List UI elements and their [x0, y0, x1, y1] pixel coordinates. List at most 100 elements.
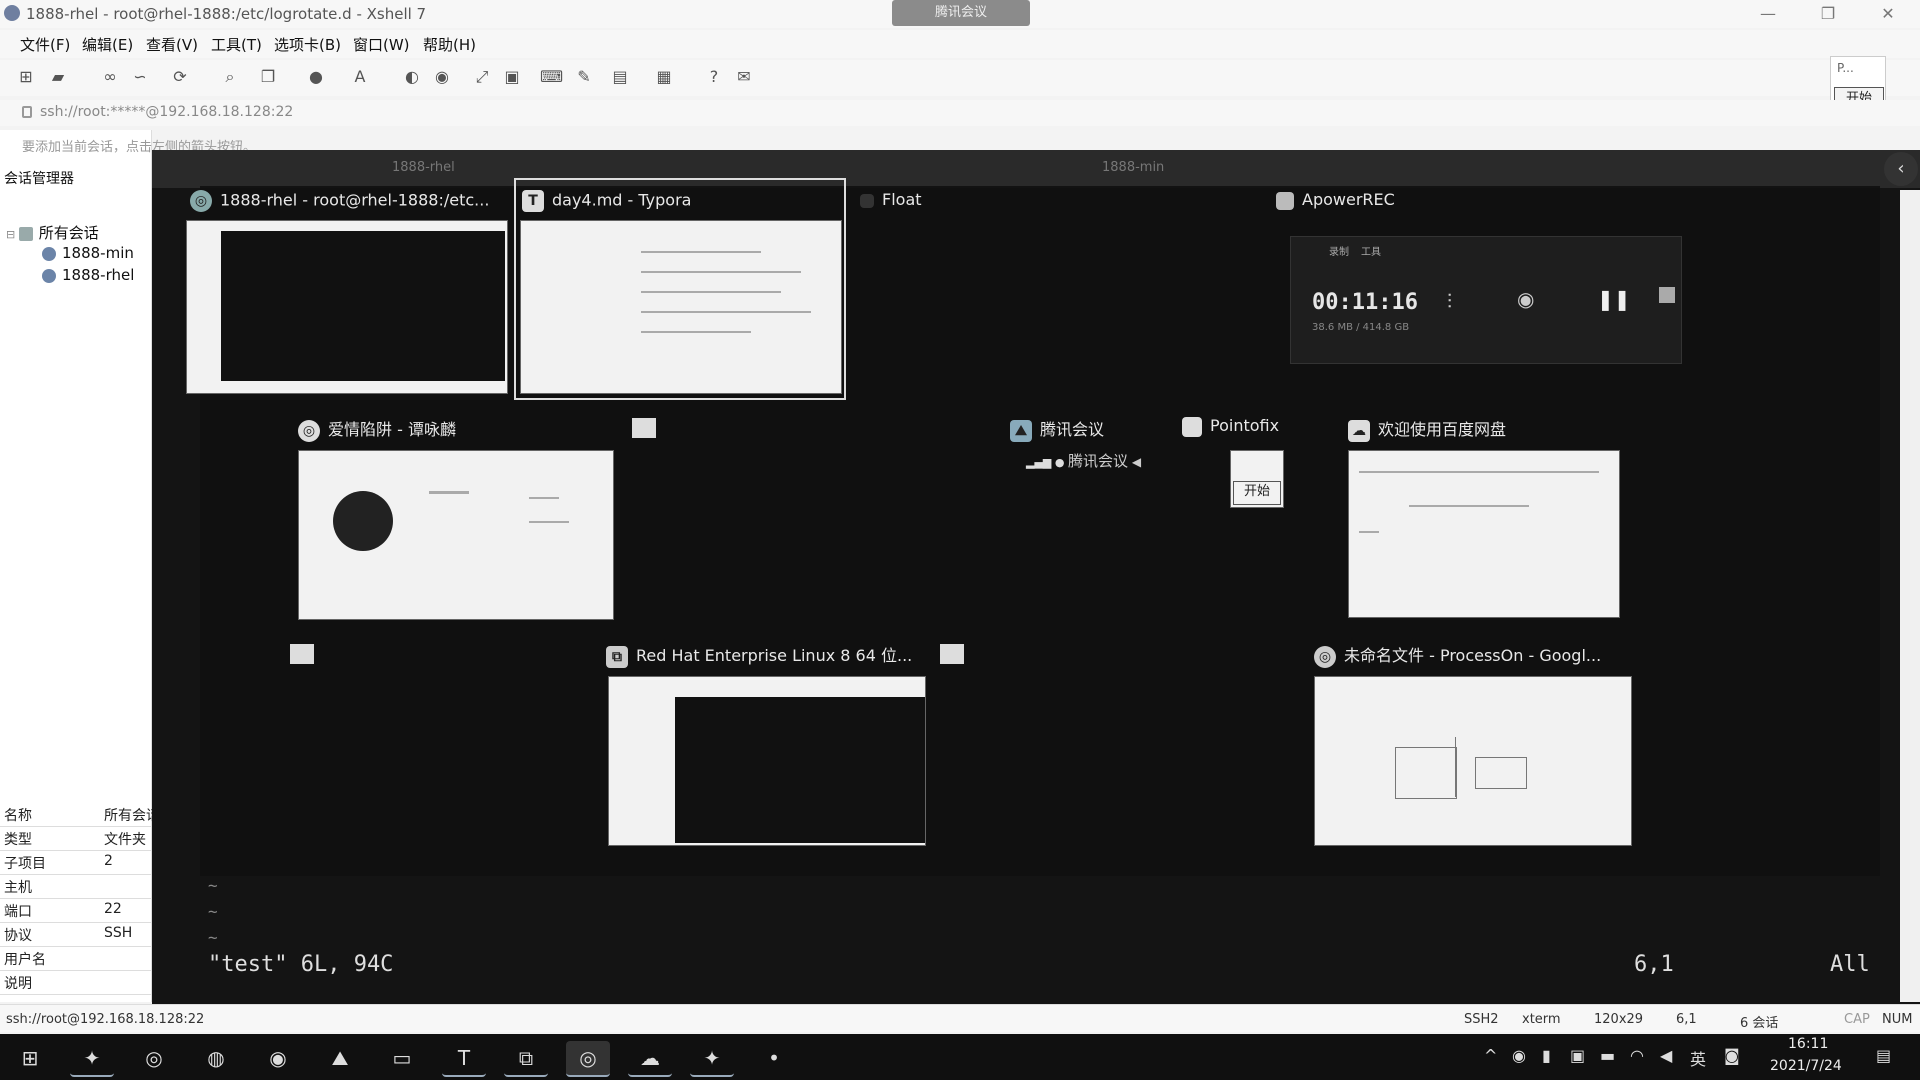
switcher-title-tencent-meeting: ⛰ 腾讯会议 [1010, 416, 1104, 442]
menu-help[interactable]: 帮助(H) [423, 34, 476, 55]
toolbar: ⊞ ▰ ∞ ∽ ⟳ ⌕ ❐ ● A ◐ ◉ ⤢ ▣ ⌨ ✎ ▤ ▦ ? ✉ [0, 60, 1920, 96]
reconnect-icon[interactable]: ⟳ [170, 68, 190, 86]
thumb-typora[interactable] [520, 220, 842, 394]
wechat-icon[interactable]: ◍ [194, 1041, 238, 1075]
menu-window[interactable]: 窗口(W) [353, 34, 410, 55]
stop-icon[interactable] [1659, 287, 1675, 303]
file-explorer-icon[interactable]: ▭ [380, 1041, 424, 1075]
tencent-meeting-floating-pill[interactable]: 腾讯会议 [892, 0, 1030, 26]
maximize-button[interactable]: ❐ [1808, 2, 1848, 26]
tray-mic-icon[interactable]: ▮ [1542, 1046, 1551, 1065]
thumb-baidu[interactable] [1348, 450, 1620, 618]
status-terminal-type: xterm [1522, 1012, 1561, 1027]
session-tree-root[interactable]: ⊟ 所有会话 [6, 222, 99, 243]
apowerrec-tab-record[interactable]: 录制 [1329, 243, 1349, 258]
apowerrec-icon[interactable]: ✦ [690, 1041, 734, 1077]
compose-icon[interactable]: ▤ [610, 68, 630, 86]
windows-start-icon[interactable]: ⊞ [8, 1041, 52, 1075]
audio-wave-icon[interactable]: ⫶ [1447, 289, 1452, 313]
script-icon[interactable]: ✎ [574, 68, 594, 86]
tray-app-icon[interactable]: ◙ [1724, 1046, 1740, 1065]
webcam-icon[interactable]: ◉ [1517, 287, 1534, 311]
thumb-text-line [529, 521, 569, 523]
xshell-active-icon[interactable]: ◎ [566, 1041, 610, 1077]
tray-volume-icon[interactable]: ◀ [1660, 1046, 1672, 1065]
tray-screen-icon[interactable]: ▣ [1570, 1046, 1585, 1065]
netease-music-icon[interactable]: ◉ [256, 1041, 300, 1075]
pointofix-start-button[interactable]: 开始 [1233, 481, 1281, 505]
prop-key: 端口 [4, 904, 32, 920]
switcher-title-typora: Tday4.md - Typora [522, 190, 691, 212]
find-icon[interactable]: ⌕ [220, 68, 240, 86]
baidu-netdisk-icon[interactable]: ☁ [628, 1041, 672, 1077]
xagent-icon[interactable]: ◉ [432, 68, 452, 86]
tencent-meeting-pill-label: 腾讯会议 [1067, 452, 1128, 470]
switcher-title-music: ◎ 爱情陷阱 - 谭咏麟 [298, 416, 456, 442]
prop-value: 22 [104, 901, 122, 917]
switcher-title-processon: ◎ 未命名文件 - ProcessOn - Googl... [1314, 642, 1601, 668]
clock-time[interactable]: 16:11 [1788, 1036, 1828, 1052]
apowerrec-tab-tools[interactable]: 工具 [1361, 243, 1381, 258]
clock-date[interactable]: 2021/7/24 [1770, 1058, 1842, 1074]
tencent-meeting-icon[interactable]: ⛰ [318, 1041, 362, 1075]
address-bar: ssh://root:*****@192.168.18.128:22 [0, 100, 1920, 126]
help-icon[interactable]: ? [704, 68, 724, 86]
lock-icon[interactable]: ▣ [502, 68, 522, 86]
thumb-xshell[interactable] [186, 220, 508, 394]
tab-1888-min[interactable]: 1888-min [1102, 160, 1164, 175]
font-icon[interactable]: A [350, 68, 370, 86]
status-terminal-size: 120x29 [1594, 1012, 1644, 1027]
globe-icon[interactable]: ● [306, 68, 326, 86]
status-address: ssh://root@192.168.18.128:22 [6, 1012, 205, 1027]
session-manager-title: 会话管理器 [4, 171, 74, 187]
tray-ime-language[interactable]: 英 [1690, 1046, 1706, 1070]
close-button[interactable]: ✕ [1868, 2, 1908, 26]
menu-file[interactable]: 文件(F) [20, 34, 70, 55]
prop-value: 2 [104, 853, 113, 869]
switcher-title-label: 爱情陷阱 - 谭咏麟 [328, 420, 456, 439]
thumb-processon[interactable] [1314, 676, 1632, 846]
thumb-pointofix[interactable]: 开始 [1230, 450, 1284, 508]
pointofix-icon [1182, 416, 1202, 437]
tab-1888-rhel[interactable]: 1888-rhel [392, 160, 455, 175]
minimize-button[interactable]: — [1748, 2, 1788, 26]
open-folder-icon[interactable]: ▰ [48, 68, 68, 86]
tray-battery-icon[interactable]: ▬ [1600, 1046, 1615, 1065]
thumb-music[interactable] [298, 450, 614, 620]
chat-icon[interactable]: ✉ [734, 68, 754, 86]
link-icon[interactable]: ∞ [100, 68, 120, 86]
typora-icon[interactable]: T [442, 1041, 486, 1077]
status-cursor-position: 6,1 [1676, 1012, 1697, 1027]
fullscreen-icon[interactable]: ⤢ [472, 68, 492, 86]
session-item-1888-rhel[interactable]: 1888-rhel [42, 266, 134, 284]
address-field[interactable]: ssh://root:*****@192.168.18.128:22 [40, 104, 293, 120]
vim-status-line: "test" 6L, 94C [208, 952, 394, 977]
tencent-meeting-pill[interactable]: ▂▄▆ ● 腾讯会议 ◀ [1026, 450, 1141, 471]
layout-icon[interactable]: ▦ [654, 68, 674, 86]
vmware-icon[interactable]: ⧉ [504, 1041, 548, 1077]
chrome-icon[interactable]: ◎ [132, 1041, 176, 1075]
session-icon [42, 246, 56, 261]
xshell-icon[interactable]: ✦ [70, 1041, 114, 1077]
menu-tabs[interactable]: 选项卡(B) [274, 34, 341, 55]
menu-view[interactable]: 查看(V) [146, 34, 198, 55]
pause-icon[interactable]: ❚❚ [1597, 287, 1631, 311]
collapse-panel-button[interactable]: ‹ [1884, 152, 1918, 186]
terminal-scrollbar[interactable] [1900, 190, 1920, 1002]
switcher-title-label: 腾讯会议 [1040, 420, 1105, 439]
disconnect-icon[interactable]: ∽ [130, 68, 150, 86]
tray-wifi-icon[interactable]: ◠ [1630, 1046, 1644, 1065]
session-item-1888-min[interactable]: 1888-min [42, 244, 134, 262]
tray-camera-icon[interactable]: ◉ [1512, 1046, 1526, 1065]
menu-edit[interactable]: 编辑(E) [82, 34, 133, 55]
notification-icon[interactable]: ▤ [1876, 1046, 1891, 1065]
thumb-vmware[interactable] [608, 676, 926, 846]
xftp-icon[interactable]: ◐ [402, 68, 422, 86]
copy-icon[interactable]: ❐ [258, 68, 278, 86]
thumb-text-line [1359, 531, 1379, 533]
new-session-icon[interactable]: ⊞ [16, 68, 36, 86]
tray-chevron-up-icon[interactable]: ^ [1484, 1046, 1497, 1065]
keyboard-icon[interactable]: ⌨ [540, 68, 563, 86]
recorder-icon[interactable]: • [752, 1041, 796, 1075]
menu-tools[interactable]: 工具(T) [211, 34, 262, 55]
